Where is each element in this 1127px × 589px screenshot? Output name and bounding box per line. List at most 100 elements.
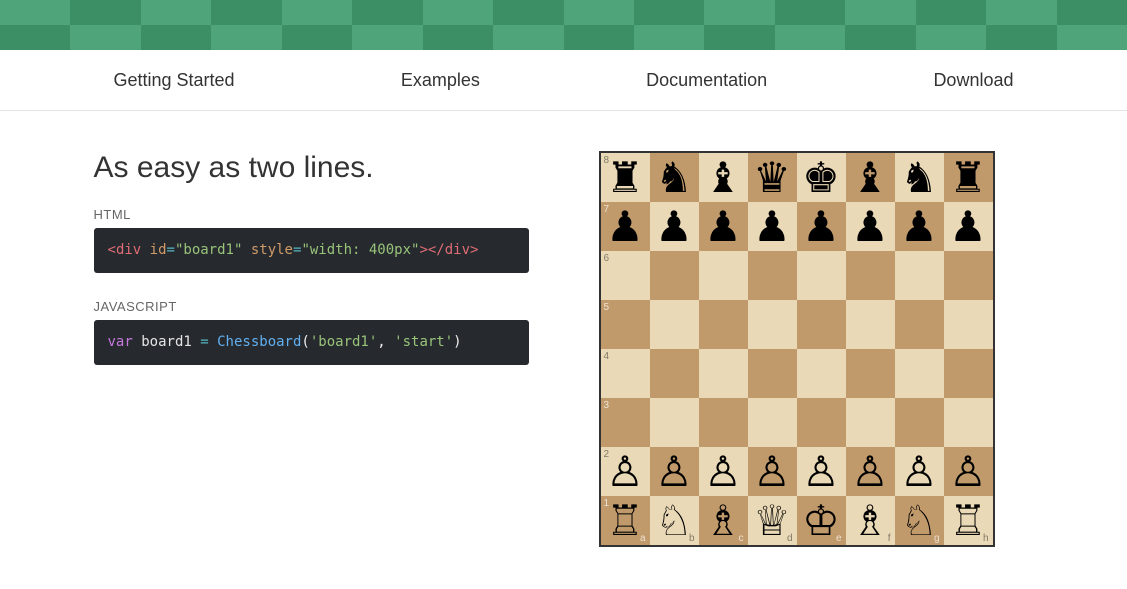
board-square[interactable]	[650, 398, 699, 447]
nav-documentation[interactable]: Documentation	[646, 70, 767, 90]
chess-piece-wQ[interactable]: ♕	[753, 500, 791, 542]
board-square[interactable]: ♙	[699, 447, 748, 496]
board-square[interactable]	[944, 300, 993, 349]
board-square[interactable]	[699, 349, 748, 398]
board-square[interactable]	[650, 300, 699, 349]
chess-piece-wP[interactable]: ♙	[753, 451, 791, 493]
chess-piece-bN[interactable]: ♞	[900, 157, 938, 199]
board-square[interactable]: ♟	[846, 202, 895, 251]
chess-piece-bP[interactable]: ♟	[655, 206, 693, 248]
board-square[interactable]: e♔	[797, 496, 846, 545]
board-square[interactable]	[797, 398, 846, 447]
board-square[interactable]	[944, 349, 993, 398]
board-square[interactable]: ♟	[699, 202, 748, 251]
board-square[interactable]: ♛	[748, 153, 797, 202]
board-square[interactable]: ♙	[944, 447, 993, 496]
board-square[interactable]: 3	[601, 398, 650, 447]
board-square[interactable]: ♜	[944, 153, 993, 202]
nav-download[interactable]: Download	[933, 70, 1013, 90]
chess-piece-wP[interactable]: ♙	[851, 451, 889, 493]
board-square[interactable]	[846, 398, 895, 447]
board-square[interactable]: c♗	[699, 496, 748, 545]
chess-piece-bP[interactable]: ♟	[802, 206, 840, 248]
board-square[interactable]: 1a♖	[601, 496, 650, 545]
board-square[interactable]: ♞	[650, 153, 699, 202]
board-square[interactable]: 4	[601, 349, 650, 398]
chess-piece-bP[interactable]: ♟	[753, 206, 791, 248]
chess-piece-bP[interactable]: ♟	[851, 206, 889, 248]
chess-piece-wP[interactable]: ♙	[900, 451, 938, 493]
chess-piece-bB[interactable]: ♝	[851, 157, 889, 199]
board-square[interactable]: ♚	[797, 153, 846, 202]
board-square[interactable]: ♟	[650, 202, 699, 251]
board-square[interactable]	[699, 251, 748, 300]
chess-piece-bR[interactable]: ♜	[949, 157, 987, 199]
chess-piece-wP[interactable]: ♙	[606, 451, 644, 493]
board-square[interactable]: g♘	[895, 496, 944, 545]
chess-piece-bP[interactable]: ♟	[704, 206, 742, 248]
nav-examples[interactable]: Examples	[401, 70, 480, 90]
chess-piece-bP[interactable]: ♟	[949, 206, 987, 248]
board-square[interactable]	[846, 349, 895, 398]
board-square[interactable]: h♖	[944, 496, 993, 545]
board-square[interactable]: ♝	[846, 153, 895, 202]
chessboard[interactable]: 8♜♞♝♛♚♝♞♜7♟♟♟♟♟♟♟♟65432♙♙♙♙♙♙♙♙1a♖b♘c♗d♕…	[599, 151, 995, 547]
board-square[interactable]	[699, 398, 748, 447]
board-square[interactable]: ♟	[797, 202, 846, 251]
chess-piece-wR[interactable]: ♖	[949, 500, 987, 542]
board-square[interactable]: f♗	[846, 496, 895, 545]
board-square[interactable]: d♕	[748, 496, 797, 545]
chess-piece-wP[interactable]: ♙	[704, 451, 742, 493]
chess-piece-bK[interactable]: ♚	[802, 157, 840, 199]
board-square[interactable]: ♟	[748, 202, 797, 251]
board-square[interactable]	[895, 398, 944, 447]
chess-piece-wB[interactable]: ♗	[851, 500, 889, 542]
board-square[interactable]: ♟	[944, 202, 993, 251]
board-square[interactable]: ♙	[748, 447, 797, 496]
board-square[interactable]	[650, 349, 699, 398]
board-square[interactable]: 6	[601, 251, 650, 300]
board-square[interactable]: 7♟	[601, 202, 650, 251]
board-square[interactable]	[797, 300, 846, 349]
board-square[interactable]: ♞	[895, 153, 944, 202]
chess-piece-wN[interactable]: ♘	[655, 500, 693, 542]
board-square[interactable]	[797, 349, 846, 398]
board-square[interactable]	[846, 300, 895, 349]
board-square[interactable]	[944, 398, 993, 447]
board-square[interactable]	[944, 251, 993, 300]
board-square[interactable]: b♘	[650, 496, 699, 545]
chess-piece-bN[interactable]: ♞	[655, 157, 693, 199]
board-square[interactable]	[748, 398, 797, 447]
board-square[interactable]: ♝	[699, 153, 748, 202]
board-square[interactable]: ♙	[846, 447, 895, 496]
chess-piece-wR[interactable]: ♖	[606, 500, 644, 542]
board-square[interactable]	[895, 349, 944, 398]
board-square[interactable]	[846, 251, 895, 300]
chess-piece-wP[interactable]: ♙	[655, 451, 693, 493]
board-square[interactable]: ♟	[895, 202, 944, 251]
chess-piece-wP[interactable]: ♙	[802, 451, 840, 493]
chess-piece-wP[interactable]: ♙	[949, 451, 987, 493]
board-square[interactable]	[748, 300, 797, 349]
chess-piece-bR[interactable]: ♜	[606, 157, 644, 199]
board-square[interactable]	[797, 251, 846, 300]
board-square[interactable]	[699, 300, 748, 349]
board-square[interactable]: 8♜	[601, 153, 650, 202]
board-square[interactable]	[895, 300, 944, 349]
chess-piece-wK[interactable]: ♔	[802, 500, 840, 542]
chess-piece-bP[interactable]: ♟	[900, 206, 938, 248]
chess-piece-bB[interactable]: ♝	[704, 157, 742, 199]
chess-piece-wB[interactable]: ♗	[704, 500, 742, 542]
nav-getting-started[interactable]: Getting Started	[114, 70, 235, 90]
board-square[interactable]: 2♙	[601, 447, 650, 496]
board-square[interactable]: ♙	[797, 447, 846, 496]
board-square[interactable]	[895, 251, 944, 300]
board-square[interactable]	[748, 349, 797, 398]
board-square[interactable]: ♙	[650, 447, 699, 496]
chess-piece-bP[interactable]: ♟	[606, 206, 644, 248]
board-square[interactable]: ♙	[895, 447, 944, 496]
board-square[interactable]	[748, 251, 797, 300]
board-square[interactable]: 5	[601, 300, 650, 349]
chess-piece-wN[interactable]: ♘	[900, 500, 938, 542]
chess-piece-bQ[interactable]: ♛	[753, 157, 791, 199]
